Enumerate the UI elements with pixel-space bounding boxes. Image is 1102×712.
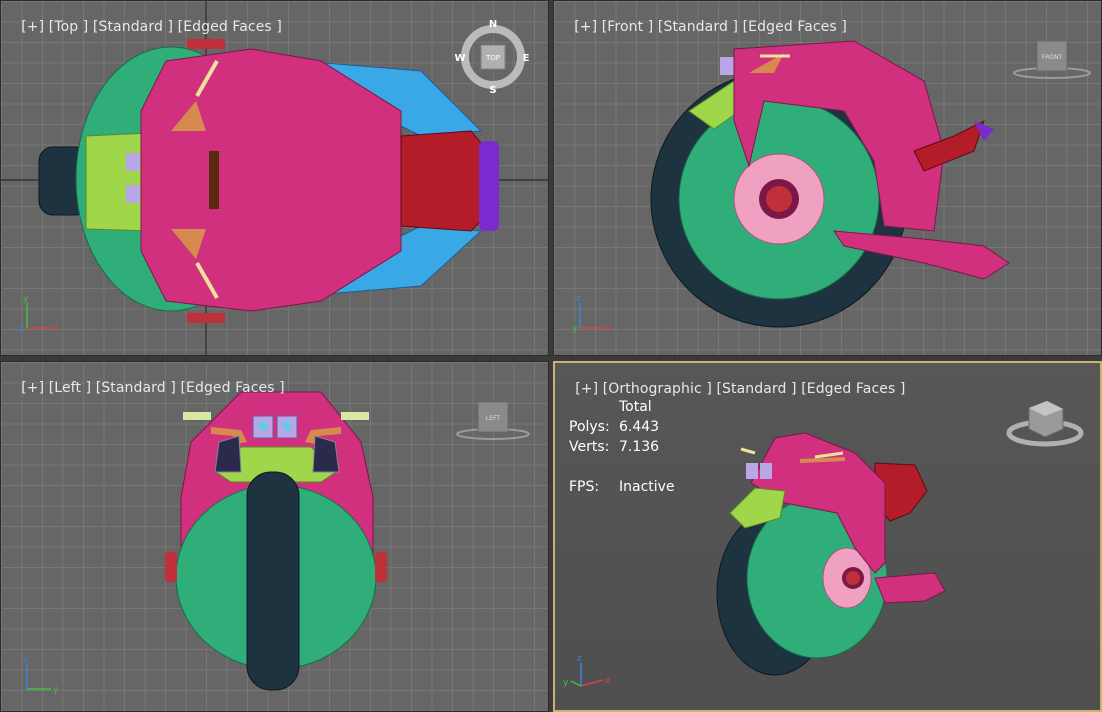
ortho-axis-y-label: y <box>563 678 569 688</box>
compass-n: N <box>489 19 497 30</box>
stats-verts-label: Verts: <box>569 439 610 455</box>
viewport-plus-menu[interactable]: [+] <box>575 381 598 397</box>
viewport-shading-menu[interactable]: [Standard ] <box>658 19 738 35</box>
viewport-plus-menu[interactable]: [+] <box>574 19 597 35</box>
viewcube-top-face: TOP <box>485 54 500 62</box>
compass-e: E <box>523 53 530 64</box>
viewport-shading-menu[interactable]: [Standard ] <box>716 381 796 397</box>
stats-fps-value: Inactive <box>619 479 675 495</box>
viewcube-ortho[interactable] <box>1006 400 1084 447</box>
stats-verts-value: 7.136 <box>619 439 660 455</box>
viewport-front-label: [+] [Front ] [Standard ] [Edged Faces ] <box>556 3 847 51</box>
viewport-mode-menu[interactable]: [Edged Faces ] <box>743 19 847 35</box>
viewport-plus-menu[interactable]: [+] <box>21 380 44 396</box>
viewcube-front[interactable]: FRONT <box>1013 40 1091 79</box>
axis-x-label: x <box>53 324 59 334</box>
viewport-mode-menu[interactable]: [Edged Faces ] <box>801 381 905 397</box>
viewport-point-of-view-menu[interactable]: [Front ] <box>602 19 654 35</box>
front-axis-z-label: z <box>576 294 581 304</box>
stats-polys-label: Polys: <box>569 419 610 435</box>
stats-fps-label: FPS: <box>569 479 600 495</box>
viewcube-left-face: LEFT <box>486 415 500 422</box>
viewport-point-of-view-menu[interactable]: [Top ] <box>49 19 89 35</box>
viewport-point-of-view-menu[interactable]: [Left ] <box>49 380 91 396</box>
ortho-axis-z-label: z <box>577 654 582 664</box>
stats-polys-value: 6.443 <box>619 419 660 435</box>
front-axis-x-label: x <box>606 324 612 334</box>
statistics-panel: Total Polys: 6.443 Verts: 7.136 FPS: Inacti… <box>569 397 675 497</box>
viewport-point-of-view-menu[interactable]: [Orthographic ] <box>603 381 712 397</box>
viewport-shading-menu[interactable]: [Standard ] <box>96 380 176 396</box>
viewport-top-label: [+] [Top ] [Standard ] [Edged Faces ] <box>3 3 282 51</box>
front-axis-y-label: y <box>572 324 578 334</box>
viewcube-left[interactable]: LEFT <box>456 401 530 440</box>
ortho-axis-x-label: x <box>605 676 611 686</box>
viewport-left[interactable]: y z LEFT [+] [Left ] [Standard ] [Edged … <box>0 361 549 712</box>
left-view-model[interactable]: y z LEFT <box>1 362 549 712</box>
viewport-shading-menu[interactable]: [Standard ] <box>93 19 173 35</box>
viewport-mode-menu[interactable]: [Edged Faces ] <box>178 19 282 35</box>
viewport-left-label: [+] [Left ] [Standard ] [Edged Faces ] <box>3 364 285 412</box>
axis-y-label: y <box>23 294 29 304</box>
left-axis-y-label: y <box>53 685 59 695</box>
viewport-plus-menu[interactable]: [+] <box>21 19 44 35</box>
viewcube-front-face: FRONT <box>1042 54 1063 61</box>
viewport-mode-menu[interactable]: [Edged Faces ] <box>180 380 284 396</box>
front-view-model[interactable]: x z y FRONT <box>554 1 1102 356</box>
viewport-top[interactable]: x y z TOP N S E W [+] [Top ] [Standard ]… <box>0 0 549 356</box>
viewport-orthographic[interactable]: x z y [+] [Orthographic ] [Standard ] [E… <box>553 361 1102 712</box>
viewport-front[interactable]: x z y FRONT [+] [Front ] [Standard ] [Ed… <box>553 0 1102 356</box>
left-axis-z-label: z <box>23 655 28 665</box>
compass-w: W <box>454 53 465 64</box>
compass-viewcube[interactable]: TOP N S E W <box>453 17 533 97</box>
stats-total-header: Total <box>619 399 652 415</box>
axis-z-label: z <box>19 324 24 334</box>
compass-s: S <box>489 85 496 96</box>
